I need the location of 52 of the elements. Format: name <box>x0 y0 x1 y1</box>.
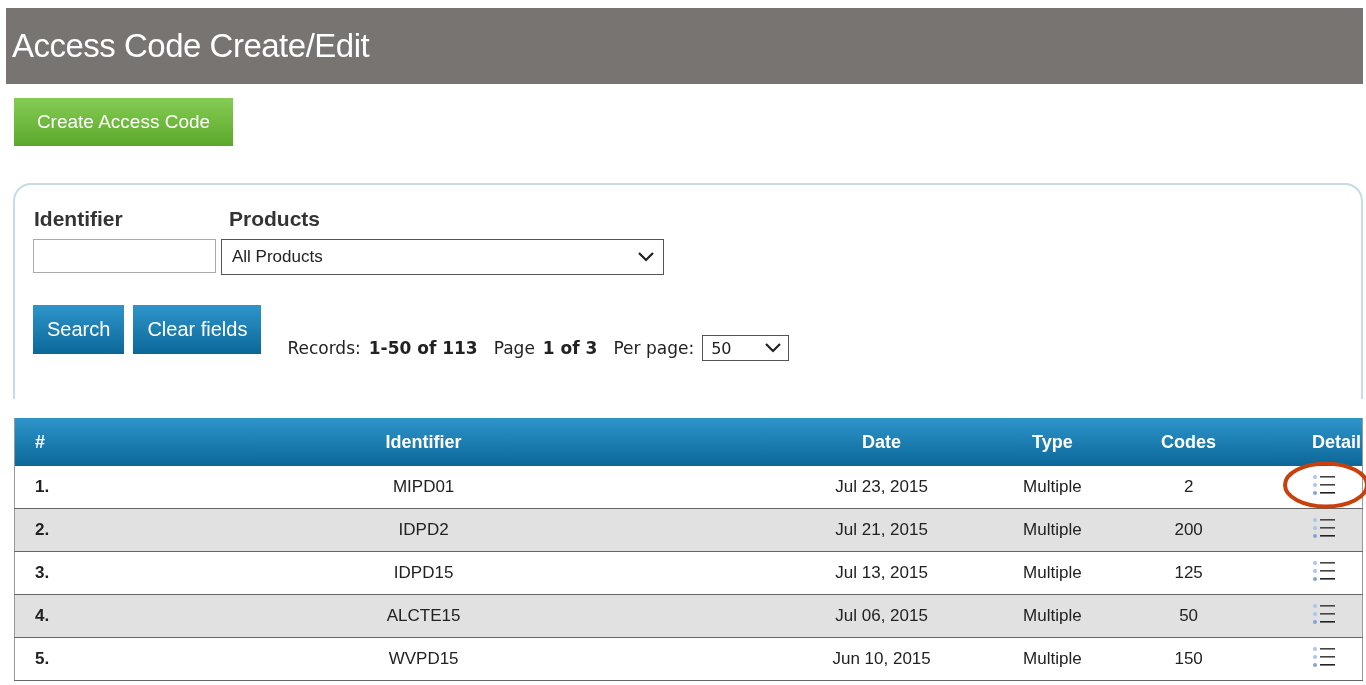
page-value: 1 of 3 <box>542 338 598 358</box>
table-cell: 200 <box>1093 508 1284 552</box>
column-header: # <box>14 418 96 466</box>
list-icon[interactable] <box>1311 645 1336 668</box>
table-cell: 1. <box>14 466 96 509</box>
column-header: Identifier <box>95 418 752 466</box>
column-header: Codes <box>1093 418 1284 466</box>
list-icon[interactable] <box>1311 473 1336 496</box>
products-label: Products <box>228 207 321 231</box>
table-cell: 150 <box>1093 637 1284 681</box>
table-cell: Multiple <box>1011 551 1094 595</box>
list-icon[interactable] <box>1311 602 1336 625</box>
page-title: Access Code Create/Edit <box>12 27 370 65</box>
table-cell: 2 <box>1093 466 1284 509</box>
table-cell: 50 <box>1093 594 1284 638</box>
table-cell: 3. <box>14 551 96 595</box>
table-cell: Multiple <box>1011 508 1094 552</box>
table-cell: MIPD01 <box>95 466 752 509</box>
action-button[interactable]: Clear fields <box>133 305 262 354</box>
table-cell: Multiple <box>1011 594 1094 638</box>
per-page-label: Per page: <box>613 338 695 358</box>
table-cell: WVPD15 <box>95 637 752 681</box>
table-cell: Jul 21, 2015 <box>751 508 1012 552</box>
column-header: Detail <box>1283 418 1363 466</box>
table-cell: Multiple <box>1011 466 1094 509</box>
chevron-down-icon <box>638 252 654 262</box>
products-dropdown[interactable]: All Products <box>221 239 664 275</box>
table-cell: Jul 23, 2015 <box>751 466 1012 509</box>
table-cell: Jul 13, 2015 <box>751 551 1012 595</box>
table-cell: Jul 06, 2015 <box>751 594 1012 638</box>
table-cell: 5. <box>14 637 96 681</box>
per-page-dropdown[interactable]: 50 <box>702 335 790 361</box>
chevron-down-icon <box>765 343 782 353</box>
create-access-code-button[interactable]: Create Access Code <box>14 98 233 146</box>
table-cell: Jun 10, 2015 <box>751 637 1012 681</box>
table-cell: ALCTE15 <box>95 594 752 638</box>
action-button[interactable]: Search <box>33 305 125 354</box>
table-cell: IDPD2 <box>95 508 752 552</box>
table-cell: 125 <box>1093 551 1284 595</box>
list-icon[interactable] <box>1311 559 1336 582</box>
records-label: Records: <box>287 338 361 358</box>
table-cell: 2. <box>14 508 96 552</box>
column-header: Type <box>1011 418 1094 466</box>
identifier-label: Identifier <box>33 207 124 231</box>
list-icon[interactable] <box>1311 516 1336 539</box>
table-cell: IDPD15 <box>95 551 752 595</box>
table-cell: 4. <box>14 594 96 638</box>
records-value: 1-50 of 113 <box>368 338 478 358</box>
identifier-field[interactable] <box>33 239 216 273</box>
table-cell: Multiple <box>1011 637 1094 681</box>
page-label: Page <box>493 338 535 358</box>
column-header: Date <box>751 418 1012 466</box>
